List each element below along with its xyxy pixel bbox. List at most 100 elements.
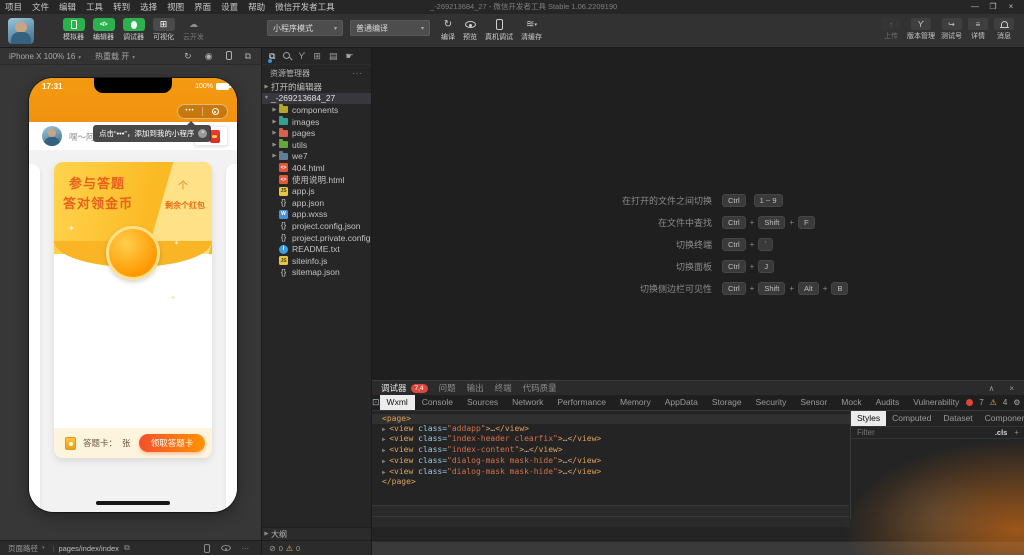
capsule-menu[interactable]: ••• [177, 104, 228, 119]
wxml-line[interactable]: </page> [372, 477, 850, 487]
tree-file[interactable]: <> 使用说明.html [262, 174, 371, 186]
add-tooltip[interactable]: 点击“•••”，添加到我的小程序 × [93, 121, 212, 142]
outline-section[interactable]: ▶ 大纲 [262, 527, 371, 540]
search-icon[interactable] [283, 51, 291, 61]
styles-tab-dataset[interactable]: Dataset [937, 411, 978, 426]
extensions-icon[interactable]: ⊞ [313, 51, 321, 61]
menu-item[interactable]: 项目 [0, 0, 27, 14]
console-drawer-row[interactable] [372, 505, 849, 516]
wxml-line[interactable]: ▶ <view class="index-header clearfix">…<… [372, 434, 850, 445]
close-panel-icon[interactable]: × [1009, 384, 1014, 393]
git-branch-icon[interactable]: ϒ [298, 51, 305, 61]
more-dots-icon[interactable]: ••• [178, 105, 202, 118]
devtools-tab-mock[interactable]: Mock [834, 395, 868, 410]
tree-folder[interactable]: ▶ pages [262, 127, 371, 139]
devtools-tab-network[interactable]: Network [505, 395, 550, 410]
tab-终端[interactable]: 终端 [495, 382, 512, 394]
inspect-device-icon[interactable]: ⊡ [372, 395, 380, 410]
capsule-home-icon[interactable] [203, 108, 227, 115]
action-cache[interactable]: ≋ ▾ 清缓存 [517, 18, 546, 42]
wxml-line[interactable]: ▶ <view class="index-content">…</view> [372, 445, 850, 456]
tree-file[interactable]: JS app.js [262, 185, 371, 197]
eye-icon[interactable] [220, 545, 231, 551]
hot-reload-toggle[interactable]: 热重载 开 ▾ [95, 51, 135, 62]
tree-file[interactable]: {} app.json [262, 197, 371, 209]
tree-folder[interactable]: ▶ we7 [262, 150, 371, 163]
tab-问题[interactable]: 问题 [439, 382, 456, 394]
menu-item[interactable]: 工具 [81, 0, 108, 14]
devtools-tab-sources[interactable]: Sources [460, 395, 505, 410]
more-dots-icon[interactable]: ⋯ [242, 544, 250, 553]
device-debug-icon[interactable] [203, 543, 210, 553]
mini-avatar[interactable] [42, 126, 62, 146]
tab-输出[interactable]: 输出 [467, 382, 484, 394]
toolbar-action-bell[interactable]: 消息 [994, 18, 1014, 41]
multi-window-icon[interactable]: ⧉ [245, 51, 251, 62]
menu-item[interactable]: 设置 [216, 0, 243, 14]
path-label[interactable]: 页面路径 [8, 543, 38, 554]
wxml-line[interactable]: ▶ <view class="dialog-mask mask-hide">…<… [372, 456, 850, 467]
devtools-tab-audits[interactable]: Audits [869, 395, 907, 410]
wxml-line[interactable]: ▶ <view class="addapp">…</view> [372, 424, 850, 435]
styles-tab-styles[interactable]: Styles [851, 411, 887, 426]
styles-tab-computed[interactable]: Computed [886, 411, 937, 426]
tree-folder[interactable]: ▶ utils [262, 139, 371, 151]
menu-item[interactable]: 转到 [108, 0, 135, 14]
tab-debugger[interactable]: 调试器 7,4 [381, 382, 428, 394]
toolbar-button-phone[interactable]: 模拟器 [60, 18, 87, 42]
devtools-tab-memory[interactable]: Memory [613, 395, 658, 410]
wxml-line[interactable]: ▶ <view class="dialog-mask mask-hide">…<… [372, 467, 850, 478]
styles-tab-component-data[interactable]: Component Data [979, 411, 1024, 426]
tree-file[interactable]: <> 404.html [262, 162, 371, 174]
hand-icon[interactable]: ☛ [345, 51, 353, 61]
devtools-tab-appdata[interactable]: AppData [658, 395, 705, 410]
claim-card-button[interactable]: 领取答题卡 [139, 434, 205, 452]
tree-folder[interactable]: ▶ images [262, 116, 371, 128]
devtools-tab-vulnerability[interactable]: Vulnerability [906, 395, 966, 410]
devtools-tab-security[interactable]: Security [749, 395, 794, 410]
tree-file[interactable]: {} project.config.json [262, 220, 371, 232]
record-icon[interactable]: ◉ [205, 51, 213, 62]
menu-item[interactable]: 帮助 [243, 0, 270, 14]
tree-file[interactable]: i README.txt [262, 243, 371, 255]
gear-icon[interactable]: ⚙ [1013, 398, 1020, 407]
devtools-tab-wxml[interactable]: Wxml [379, 395, 415, 410]
files-icon[interactable]: ⧉ [267, 51, 275, 63]
maximize-button[interactable]: ❐ [984, 0, 1002, 14]
wxml-element-tree[interactable]: <page> ▶ <view class="addapp">…</view> ▶ <… [372, 411, 850, 519]
tree-section-open-editors[interactable]: ▶ 打开的编辑器 [262, 81, 371, 93]
toolbar-button-cloud[interactable]: ☁ 云开发 [180, 18, 207, 42]
devtools-tab-sensor[interactable]: Sensor [793, 395, 834, 410]
rotate-icon[interactable]: ↻ [184, 51, 192, 62]
action-eye[interactable]: 预览 [459, 18, 481, 42]
tree-file[interactable]: Wapp.wxss [262, 209, 371, 221]
tree-project-root[interactable]: ▼ _-269213684_27 [262, 92, 371, 105]
devtools-tab-performance[interactable]: Performance [550, 395, 613, 410]
menu-item[interactable]: 文件 [27, 0, 54, 14]
toolbar-button-bug[interactable]: 调试器 [120, 18, 147, 42]
devtools-tab-storage[interactable]: Storage [705, 395, 749, 410]
styles-filter-input[interactable]: Filter [851, 428, 875, 437]
tree-file[interactable]: {} sitemap.json [262, 267, 371, 279]
menu-item[interactable]: 视图 [162, 0, 189, 14]
action-refresh[interactable]: ↻ 编译 [437, 18, 459, 42]
copy-icon[interactable]: ⧉ [124, 543, 130, 553]
panel-icon[interactable]: ▤ [329, 51, 338, 61]
device-select[interactable]: iPhone X 100% 16 ▾ [9, 52, 81, 61]
toolbar-action-branch[interactable]: ϒ 版本管理 [907, 18, 935, 41]
toolbar-button-grid[interactable]: ⊞ 可视化 [150, 18, 177, 42]
more-dots-icon[interactable]: ··· [352, 69, 363, 78]
problems-status[interactable]: ⊘ 0 ⚠ 0 [262, 540, 371, 555]
selector-cls[interactable]: .cls [995, 428, 1008, 437]
menu-item[interactable]: 选择 [135, 0, 162, 14]
mode-select[interactable]: 小程序模式 ▾ [267, 20, 343, 36]
phone-frame-icon[interactable] [225, 50, 232, 60]
menu-item[interactable]: 编辑 [54, 0, 81, 14]
collapse-panel-icon[interactable]: ∧ [988, 384, 994, 393]
toolbar-button-code[interactable]: </> 编辑器 [90, 18, 117, 42]
console-drawer-row[interactable] [372, 516, 849, 527]
devtools-tab-console[interactable]: Console [415, 395, 460, 410]
menu-item[interactable]: 微信开发者工具 [270, 0, 340, 14]
toolbar-action-test-id[interactable]: ↪ 测试号 [941, 18, 962, 41]
close-icon[interactable]: × [198, 129, 208, 138]
